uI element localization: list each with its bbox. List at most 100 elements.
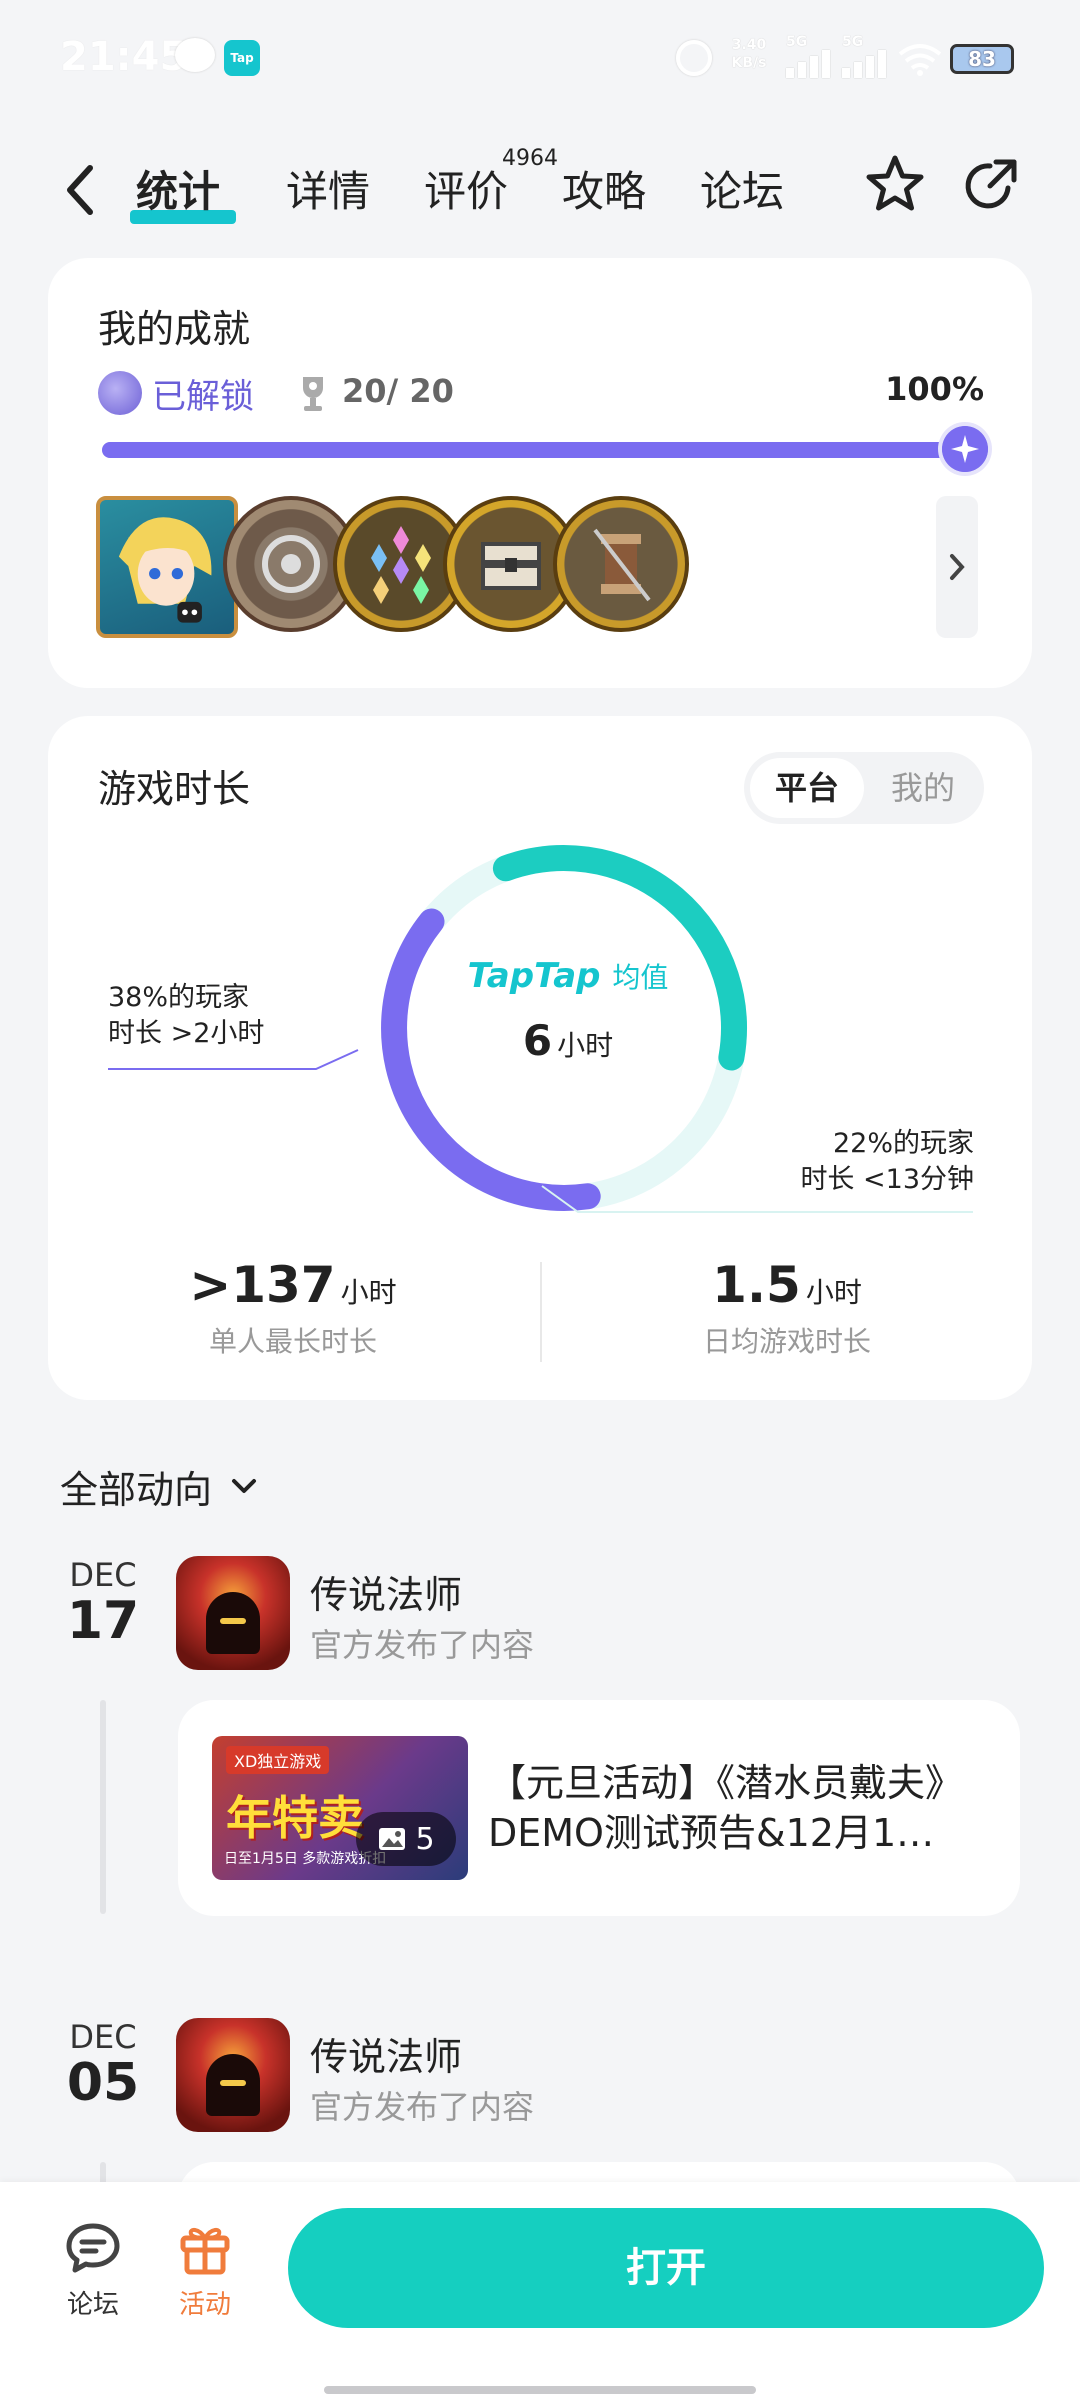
achievements-status: 已解锁	[98, 368, 254, 418]
post-thumbnail[interactable]: XD独立游戏 年特卖 日至1月5日 多款游戏折扣 5	[212, 1736, 468, 1880]
thumbnail-headline: 年特卖	[226, 1791, 364, 1845]
feed-filter-label: 全部动向	[60, 1467, 213, 1512]
average-playtime-unit: 小时	[557, 1029, 614, 1062]
open-game-button[interactable]: 打开	[288, 2208, 1044, 2328]
tab-reviews[interactable]: 评价	[424, 158, 508, 219]
achievements-progress-fill	[102, 442, 982, 458]
tab-guides[interactable]: 攻略	[562, 158, 646, 219]
feed-date-month: DEC	[69, 2018, 137, 2056]
top-nav: 统计 详情 评价 4964 攻略 论坛	[0, 140, 1080, 240]
share-icon[interactable]	[960, 154, 1022, 216]
status-bar: 21:45 Tap 3.40 KB/s 5G 5G 83	[0, 0, 1080, 120]
post-title[interactable]: 【元旦活动】《潜水员戴夫》 DEMO测试预告&12月1…	[488, 1758, 998, 1858]
network-speed-value: 3.40	[731, 37, 767, 53]
max-playtime-label: 单人最长时长	[208, 1325, 377, 1358]
feed-date-1: DEC 17	[48, 1556, 158, 1648]
toggle-platform[interactable]: 平台	[750, 758, 864, 818]
play-time-title: 游戏时长	[98, 767, 251, 811]
post-card[interactable]: XD独立游戏 年特卖 日至1月5日 多款游戏折扣 5 【元旦活动】《潜水员戴夫》…	[178, 1700, 1020, 1916]
hero-portrait-icon	[118, 517, 212, 623]
tab-details[interactable]: 详情	[286, 158, 370, 219]
image-icon	[379, 1828, 406, 1850]
forum-label: 论坛	[66, 2290, 119, 2320]
play-time-card: 游戏时长 平台 我的 TapTap 均值 6 小时 38%的玩家 时长 >2小时…	[48, 716, 1032, 1400]
under-13min-note-line2: 时长 <13分钟	[800, 1164, 974, 1195]
daily-playtime-unit: 小时	[805, 1276, 862, 1309]
under-13min-note-line1: 22%的玩家	[832, 1128, 974, 1159]
chat-notification-icon	[175, 38, 215, 72]
sparkle-icon	[942, 426, 988, 472]
home-indicator[interactable]	[324, 2386, 756, 2394]
wifi-icon	[898, 44, 942, 76]
taptap-brand: TapTap	[467, 956, 601, 996]
daily-playtime-value: 1.5	[712, 1256, 801, 1314]
feed-date-2: DEC 05	[48, 2018, 158, 2110]
signal-label-2: 5G	[842, 34, 864, 50]
signal-icon: 5G	[786, 34, 842, 78]
forum-icon	[66, 2223, 120, 2273]
achievements-count: 20/ 20	[342, 372, 454, 410]
daily-playtime-label: 日均游戏时长	[702, 1325, 871, 1358]
average-playtime: 6 小时	[438, 1016, 698, 1065]
achievements-percent: 100%	[885, 370, 984, 408]
image-count: 5	[415, 1821, 435, 1857]
game-icon[interactable]	[176, 2018, 290, 2132]
taptap-brand-suffix: 均值	[612, 961, 669, 994]
feed-game-name[interactable]: 传说法师	[310, 1564, 462, 1619]
unlocked-icon	[98, 371, 142, 415]
battery-icon: 83	[950, 44, 1014, 74]
events-label: 活动	[178, 2290, 231, 2320]
over-2h-note: 38%的玩家 时长 >2小时	[108, 980, 264, 1052]
max-playtime-value: >137	[189, 1256, 336, 1314]
platform-toggle[interactable]: 平台 我的	[744, 752, 984, 824]
review-count-badge: 4964	[502, 146, 558, 171]
bottom-action-bar: 论坛 活动 打开	[0, 2182, 1080, 2400]
favorite-star-icon[interactable]	[862, 152, 928, 218]
chevron-down-icon	[232, 1479, 257, 1493]
game-icon[interactable]	[176, 1556, 290, 1670]
under-13min-note: 22%的玩家 时长 <13分钟	[800, 1126, 974, 1198]
tab-forum[interactable]: 论坛	[700, 158, 784, 219]
post-title-line2: DEMO测试预告&12月1…	[488, 1811, 935, 1855]
over-2h-note-line1: 38%的玩家	[108, 982, 250, 1013]
thumbnail-tag: XD独立游戏	[226, 1746, 330, 1774]
achievements-title: 我的成就	[98, 307, 251, 351]
feed-date-day: 05	[66, 2053, 140, 2113]
post-title-line1: 【元旦活动】《潜水员戴夫》	[488, 1761, 964, 1805]
unlocked-label: 已解锁	[152, 376, 254, 417]
signal-label: 5G	[786, 34, 808, 50]
average-playtime-value: 6	[522, 1016, 553, 1065]
events-button[interactable]: 活动	[160, 2218, 250, 2321]
daily-playtime-stat: 1.5 小时 日均游戏时长	[542, 1256, 1032, 1360]
thread-spool-icon	[593, 528, 651, 602]
achievement-badge-hero[interactable]	[96, 496, 238, 638]
trophy-icon	[303, 377, 323, 411]
feed-game-name[interactable]: 传说法师	[310, 2026, 462, 2081]
network-speed: 3.40 KB/s	[724, 36, 774, 72]
toggle-mine[interactable]: 我的	[866, 758, 980, 818]
chevron-right-icon	[950, 554, 965, 580]
back-arrow-icon[interactable]	[60, 160, 100, 220]
taptap-logo: TapTap 均值	[438, 956, 698, 996]
tab-stats[interactable]: 统计	[136, 158, 220, 219]
feed-subtitle: 官方发布了内容	[310, 1626, 535, 1664]
feed-date-month: DEC	[69, 1556, 137, 1594]
feed-subtitle: 官方发布了内容	[310, 2088, 535, 2126]
achievements-card[interactable]: 我的成就 已解锁 20/ 20 100%	[48, 258, 1032, 688]
signal-icon-2: 5G	[842, 34, 898, 78]
feed-filter-dropdown[interactable]: 全部动向	[60, 1458, 262, 1514]
image-count-badge: 5	[356, 1812, 456, 1866]
max-playtime-stat: >137 小时 单人最长时长	[48, 1256, 538, 1360]
forum-button[interactable]: 论坛	[48, 2218, 138, 2321]
max-playtime-unit: 小时	[340, 1276, 397, 1309]
achievements-progress-track	[102, 442, 982, 458]
timeline-line	[100, 1700, 106, 1914]
over-2h-note-line2: 时长 >2小时	[108, 1018, 265, 1049]
feed-date-day: 17	[66, 1591, 140, 1651]
taptap-notification-icon: Tap	[224, 40, 260, 76]
achievement-badge-spool[interactable]	[553, 496, 689, 632]
gift-icon	[180, 2227, 230, 2275]
achievements-more-button[interactable]	[936, 496, 978, 638]
alarm-icon	[676, 40, 712, 76]
battery-level: 83	[968, 47, 996, 71]
